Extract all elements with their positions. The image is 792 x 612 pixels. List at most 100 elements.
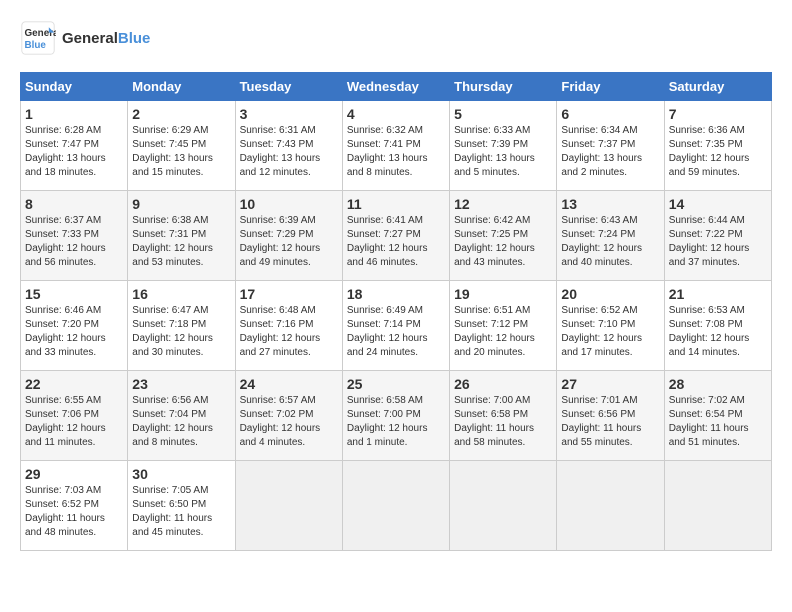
day-number: 19: [454, 286, 552, 302]
calendar-cell: [664, 461, 771, 551]
day-header-monday: Monday: [128, 73, 235, 101]
day-info: Sunrise: 6:51 AMSunset: 7:12 PMDaylight:…: [454, 304, 552, 360]
calendar-cell: 29 Sunrise: 7:03 AMSunset: 6:52 PMDayligh…: [21, 461, 128, 551]
day-number: 12: [454, 196, 552, 212]
calendar-cell: 24Sunrise: 6:57 AMSunset: 7:02 PMDayligh…: [235, 371, 342, 461]
calendar-cell: 7 Sunrise: 6:36 AMSunset: 7:35 PMDaylight…: [664, 101, 771, 191]
day-info: Sunrise: 7:03 AMSunset: 6:52 PMDaylight:…: [25, 484, 123, 540]
calendar-cell: 12 Sunrise: 6:42 AMSunset: 7:25 PMDayligh…: [450, 191, 557, 281]
week-row-5: 29 Sunrise: 7:03 AMSunset: 6:52 PMDayligh…: [21, 461, 772, 551]
day-number: 8: [25, 196, 123, 212]
day-info: Sunrise: 6:33 AMSunset: 7:39 PMDaylight:…: [454, 124, 552, 180]
day-info: Sunrise: 6:42 AMSunset: 7:25 PMDaylight:…: [454, 214, 552, 270]
calendar-cell: 21 Sunrise: 6:53 AMSunset: 7:08 PMDayligh…: [664, 281, 771, 371]
calendar-cell: 5Sunrise: 6:33 AMSunset: 7:39 PMDaylight…: [450, 101, 557, 191]
day-info: Sunrise: 6:56 AMSunset: 7:04 PMDaylight:…: [132, 394, 230, 450]
day-info: Sunrise: 6:36 AMSunset: 7:35 PMDaylight:…: [669, 124, 767, 180]
day-number: 11: [347, 196, 445, 212]
day-header-friday: Friday: [557, 73, 664, 101]
calendar-cell: [342, 461, 449, 551]
day-info: Sunrise: 6:53 AMSunset: 7:08 PMDaylight:…: [669, 304, 767, 360]
calendar-cell: 8 Sunrise: 6:37 AMSunset: 7:33 PMDaylight…: [21, 191, 128, 281]
day-number: 26: [454, 376, 552, 392]
day-info: Sunrise: 6:49 AMSunset: 7:14 PMDaylight:…: [347, 304, 445, 360]
day-info: Sunrise: 6:28 AMSunset: 7:47 PMDaylight:…: [25, 124, 123, 180]
day-info: Sunrise: 6:31 AMSunset: 7:43 PMDaylight:…: [240, 124, 338, 180]
calendar-cell: 15 Sunrise: 6:46 AMSunset: 7:20 PMDayligh…: [21, 281, 128, 371]
day-info: Sunrise: 6:46 AMSunset: 7:20 PMDaylight:…: [25, 304, 123, 360]
calendar-cell: 6Sunrise: 6:34 AMSunset: 7:37 PMDaylight…: [557, 101, 664, 191]
day-info: Sunrise: 7:01 AMSunset: 6:56 PMDaylight:…: [561, 394, 659, 450]
day-number: 10: [240, 196, 338, 212]
day-number: 3: [240, 106, 338, 122]
calendar-cell: [235, 461, 342, 551]
day-number: 25: [347, 376, 445, 392]
day-info: Sunrise: 6:55 AMSunset: 7:06 PMDaylight:…: [25, 394, 123, 450]
day-number: 9: [132, 196, 230, 212]
calendar-cell: [450, 461, 557, 551]
week-row-1: 1Sunrise: 6:28 AMSunset: 7:47 PMDaylight…: [21, 101, 772, 191]
calendar-cell: 16 Sunrise: 6:47 AMSunset: 7:18 PMDayligh…: [128, 281, 235, 371]
day-info: Sunrise: 6:57 AMSunset: 7:02 PMDaylight:…: [240, 394, 338, 450]
calendar-cell: 9 Sunrise: 6:38 AMSunset: 7:31 PMDaylight…: [128, 191, 235, 281]
calendar-cell: 11Sunrise: 6:41 AMSunset: 7:27 PMDayligh…: [342, 191, 449, 281]
day-info: Sunrise: 7:00 AMSunset: 6:58 PMDaylight:…: [454, 394, 552, 450]
calendar-cell: 13Sunrise: 6:43 AMSunset: 7:24 PMDayligh…: [557, 191, 664, 281]
day-info: Sunrise: 6:39 AMSunset: 7:29 PMDaylight:…: [240, 214, 338, 270]
day-number: 4: [347, 106, 445, 122]
calendar-body: 1Sunrise: 6:28 AMSunset: 7:47 PMDaylight…: [21, 101, 772, 551]
day-header-tuesday: Tuesday: [235, 73, 342, 101]
day-number: 13: [561, 196, 659, 212]
day-number: 17: [240, 286, 338, 302]
day-number: 21: [669, 286, 767, 302]
calendar-cell: 3 Sunrise: 6:31 AMSunset: 7:43 PMDaylight…: [235, 101, 342, 191]
day-info: Sunrise: 6:47 AMSunset: 7:18 PMDaylight:…: [132, 304, 230, 360]
day-number: 20: [561, 286, 659, 302]
day-number: 30: [132, 466, 230, 482]
day-info: Sunrise: 6:38 AMSunset: 7:31 PMDaylight:…: [132, 214, 230, 270]
day-number: 2: [132, 106, 230, 122]
page-header: General Blue GeneralBlue: [20, 20, 772, 56]
day-header-wednesday: Wednesday: [342, 73, 449, 101]
calendar-cell: 25 Sunrise: 6:58 AMSunset: 7:00 PMDayligh…: [342, 371, 449, 461]
day-info: Sunrise: 7:05 AMSunset: 6:50 PMDaylight:…: [132, 484, 230, 540]
day-header-sunday: Sunday: [21, 73, 128, 101]
day-number: 6: [561, 106, 659, 122]
day-number: 27: [561, 376, 659, 392]
logo: General Blue GeneralBlue: [20, 20, 150, 56]
week-row-2: 8 Sunrise: 6:37 AMSunset: 7:33 PMDaylight…: [21, 191, 772, 281]
calendar-cell: 20 Sunrise: 6:52 AMSunset: 7:10 PMDayligh…: [557, 281, 664, 371]
calendar-cell: 23 Sunrise: 6:56 AMSunset: 7:04 PMDayligh…: [128, 371, 235, 461]
calendar-cell: 26 Sunrise: 7:00 AMSunset: 6:58 PMDayligh…: [450, 371, 557, 461]
day-number: 23: [132, 376, 230, 392]
calendar-cell: 4 Sunrise: 6:32 AMSunset: 7:41 PMDaylight…: [342, 101, 449, 191]
day-number: 29: [25, 466, 123, 482]
day-number: 14: [669, 196, 767, 212]
svg-text:Blue: Blue: [25, 40, 47, 51]
calendar-cell: 27 Sunrise: 7:01 AMSunset: 6:56 PMDayligh…: [557, 371, 664, 461]
day-info: Sunrise: 6:58 AMSunset: 7:00 PMDaylight:…: [347, 394, 445, 450]
week-row-4: 22 Sunrise: 6:55 AMSunset: 7:06 PMDayligh…: [21, 371, 772, 461]
day-info: Sunrise: 6:52 AMSunset: 7:10 PMDaylight:…: [561, 304, 659, 360]
day-header-thursday: Thursday: [450, 73, 557, 101]
logo-icon: General Blue: [20, 20, 56, 56]
day-info: Sunrise: 6:44 AMSunset: 7:22 PMDaylight:…: [669, 214, 767, 270]
logo-text: GeneralBlue: [62, 30, 150, 47]
day-info: Sunrise: 6:37 AMSunset: 7:33 PMDaylight:…: [25, 214, 123, 270]
calendar-cell: 18 Sunrise: 6:49 AMSunset: 7:14 PMDayligh…: [342, 281, 449, 371]
day-header-saturday: Saturday: [664, 73, 771, 101]
day-number: 15: [25, 286, 123, 302]
calendar-cell: 28 Sunrise: 7:02 AMSunset: 6:54 PMDayligh…: [664, 371, 771, 461]
day-info: Sunrise: 7:02 AMSunset: 6:54 PMDaylight:…: [669, 394, 767, 450]
calendar-header-row: SundayMondayTuesdayWednesdayThursdayFrid…: [21, 73, 772, 101]
day-number: 7: [669, 106, 767, 122]
day-info: Sunrise: 6:29 AMSunset: 7:45 PMDaylight:…: [132, 124, 230, 180]
day-number: 22: [25, 376, 123, 392]
day-number: 18: [347, 286, 445, 302]
calendar-cell: 10 Sunrise: 6:39 AMSunset: 7:29 PMDayligh…: [235, 191, 342, 281]
day-number: 16: [132, 286, 230, 302]
calendar-cell: 19 Sunrise: 6:51 AMSunset: 7:12 PMDayligh…: [450, 281, 557, 371]
day-info: Sunrise: 6:32 AMSunset: 7:41 PMDaylight:…: [347, 124, 445, 180]
day-number: 28: [669, 376, 767, 392]
day-info: Sunrise: 6:48 AMSunset: 7:16 PMDaylight:…: [240, 304, 338, 360]
